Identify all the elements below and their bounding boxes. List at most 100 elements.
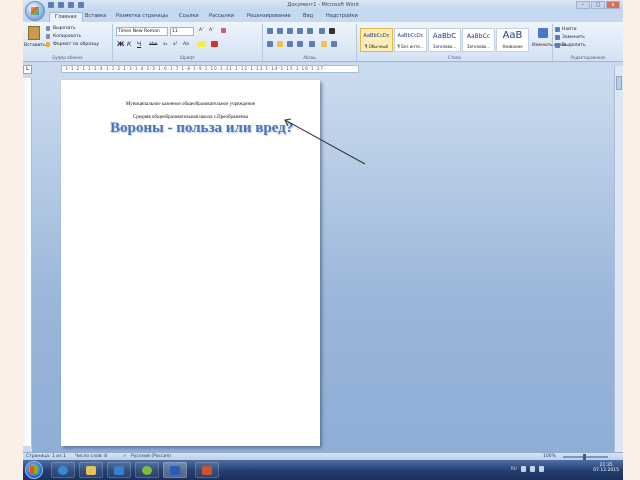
tray-lang-icon[interactable]: RU (511, 466, 517, 472)
tray-network-icon[interactable] (529, 466, 535, 472)
tab-page-layout[interactable]: Разметка страницы (116, 13, 168, 19)
numbering-icon[interactable] (277, 28, 283, 34)
style-heading-2[interactable]: AaBbCc Заголово... (462, 28, 495, 52)
font-color-icon[interactable] (211, 41, 218, 47)
justify-icon[interactable] (297, 41, 303, 47)
font-name-select[interactable]: Times New Roman (116, 27, 168, 36)
powerpoint-icon (202, 466, 212, 475)
document-line-1[interactable]: Муниципальное казенное общеобразовательн… (61, 102, 320, 107)
shrink-font-button[interactable]: A˅ (209, 28, 214, 33)
borders-icon[interactable] (331, 41, 337, 47)
style-heading-1[interactable]: AaBbC Заголово... (428, 28, 461, 52)
taskbar-app[interactable] (135, 462, 159, 478)
find-button[interactable]: Найти (562, 27, 577, 32)
document-heading[interactable]: Вороны - польза или вред? (110, 120, 293, 137)
tray-date: 07.12.2015 (593, 468, 619, 473)
cut-button[interactable]: Вырезать (53, 26, 76, 31)
tray-flag-icon[interactable] (520, 466, 526, 472)
shading-icon[interactable] (321, 41, 327, 47)
tab-selector[interactable]: L (23, 65, 32, 74)
italic-button[interactable]: К (127, 41, 131, 48)
change-styles-icon[interactable] (538, 28, 548, 38)
subscript-button[interactable]: x₂ (163, 42, 167, 47)
tab-view[interactable]: Вид (303, 13, 313, 19)
align-center-icon[interactable] (277, 41, 283, 47)
select-button[interactable]: Выделить (562, 43, 586, 48)
vertical-ruler[interactable] (23, 78, 32, 446)
taskbar-media[interactable] (107, 462, 131, 478)
align-right-icon[interactable] (287, 41, 293, 47)
show-marks-icon[interactable] (329, 28, 335, 34)
word-window: Документ1 - Microsoft Word – □ x Главная… (23, 0, 623, 480)
clear-format-icon[interactable] (221, 28, 226, 33)
format-painter-button[interactable]: Формат по образцу (53, 42, 99, 47)
paste-button[interactable]: Вставить (24, 43, 46, 48)
replace-button[interactable]: Заменить (562, 35, 585, 40)
change-case-button[interactable]: Aa (183, 42, 189, 47)
document-page[interactable]: Муниципальное казенное общеобразовательн… (61, 80, 320, 446)
zoom-slider[interactable] (563, 454, 608, 460)
taskbar-ie[interactable] (51, 462, 75, 478)
clipboard-group: Вставить Вырезать Копировать Формат по о… (23, 24, 113, 61)
taskbar-powerpoint[interactable] (195, 462, 219, 478)
tab-review[interactable]: Рецензирование (247, 13, 291, 19)
title-bar: Документ1 - Microsoft Word – □ x (23, 0, 623, 11)
taskbar-explorer[interactable] (79, 462, 103, 478)
format-painter-icon[interactable] (46, 42, 50, 47)
select-icon[interactable] (555, 43, 560, 48)
decrease-indent-icon[interactable] (297, 28, 303, 34)
close-button[interactable]: x (606, 1, 620, 9)
proofing-icon[interactable]: ✓ (123, 454, 127, 459)
start-button[interactable] (25, 461, 43, 479)
highlight-icon[interactable] (197, 41, 206, 47)
replace-icon[interactable] (555, 35, 560, 40)
status-page[interactable]: Страница: 1 из 1 (26, 454, 66, 459)
tray-clock[interactable]: 21:35 07.12.2015 (593, 463, 619, 477)
paste-icon[interactable] (28, 26, 40, 40)
tab-addins[interactable]: Надстройки (326, 13, 358, 19)
tab-mailings[interactable]: Рассылки (209, 13, 234, 19)
status-zoom[interactable]: 100% (543, 454, 556, 459)
vertical-scrollbar[interactable] (614, 66, 623, 454)
strikethrough-button[interactable]: abe (149, 42, 157, 47)
taskbar-word[interactable] (163, 462, 187, 478)
tab-insert[interactable]: Вставка (85, 13, 106, 19)
style-no-spacing[interactable]: AaBbCcDc ¶ Без инте... (394, 28, 427, 52)
tray-volume-icon[interactable] (538, 466, 544, 472)
minimize-button[interactable]: – (576, 1, 590, 9)
app-icon (142, 466, 152, 475)
grow-font-button[interactable]: A˄ (199, 28, 204, 33)
taskbar: RU 21:35 07.12.2015 (23, 460, 623, 480)
sort-icon[interactable] (319, 28, 325, 34)
horizontal-ruler[interactable]: 3·1·2·1·1·1·X·1·1·2·1·3·1·4·1·5·1·6·1·7·… (61, 65, 359, 73)
ie-icon (58, 466, 68, 475)
status-language[interactable]: Русский (Россия) (131, 454, 171, 459)
bold-button[interactable]: Ж (117, 41, 124, 48)
underline-button[interactable]: Ч (137, 41, 141, 48)
style-normal[interactable]: AaBbCcDc ¶ Обычный (360, 28, 393, 52)
copy-button[interactable]: Копировать (53, 34, 81, 39)
font-size-select[interactable]: 11 (170, 27, 194, 36)
align-left-icon[interactable] (267, 41, 273, 47)
tab-references[interactable]: Ссылки (179, 13, 199, 19)
maximize-button[interactable]: □ (591, 1, 605, 9)
cut-icon[interactable] (46, 26, 50, 31)
increase-indent-icon[interactable] (307, 28, 313, 34)
find-icon[interactable] (555, 27, 560, 32)
status-words[interactable]: Число слов: 8 (75, 454, 107, 459)
status-bar: Страница: 1 из 1 Число слов: 8 ✓ Русский… (23, 452, 623, 460)
bullets-icon[interactable] (267, 28, 273, 34)
style-title[interactable]: АаВ Название (496, 28, 529, 52)
office-logo-icon (31, 7, 39, 15)
copy-icon[interactable] (46, 34, 50, 39)
scrollbar-thumb[interactable] (616, 76, 622, 90)
line-spacing-icon[interactable] (309, 41, 315, 47)
paragraph-group-label: Абзац (303, 55, 316, 60)
tab-home[interactable]: Главная (49, 12, 83, 22)
multilevel-list-icon[interactable] (287, 28, 293, 34)
windows-logo-icon (30, 466, 38, 474)
superscript-button[interactable]: x² (173, 42, 177, 47)
window-controls: – □ x (576, 1, 620, 9)
office-button[interactable] (25, 1, 45, 21)
font-group: Times New Roman 11 A˄ A˅ Ж К Ч abe x₂ x²… (113, 24, 263, 61)
